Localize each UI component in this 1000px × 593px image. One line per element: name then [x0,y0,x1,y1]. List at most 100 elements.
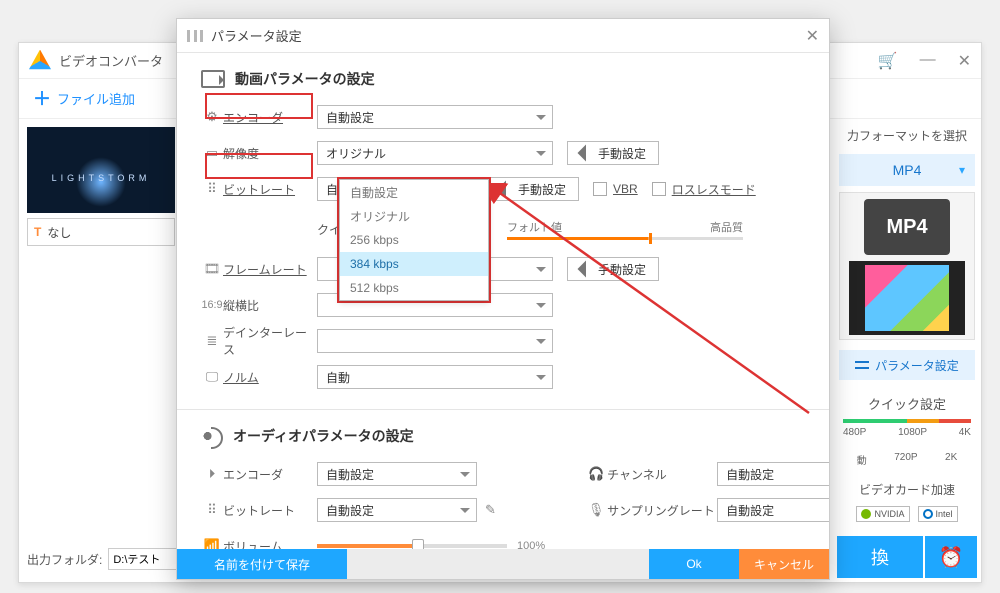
bitrate-option[interactable]: 自動設定 [340,180,488,204]
output-folder-input[interactable] [108,548,178,570]
plus-icon: ＋ [33,92,51,106]
cancel-button[interactable]: キャンセル [739,549,829,579]
video-icon [201,70,225,88]
volume-slider[interactable] [317,544,507,548]
row-deinterlace: ≣ デインターレース [201,325,805,357]
bitrate-option[interactable]: 256 kbps [340,228,488,252]
res-auto: 動 [857,452,867,467]
pencil-icon [578,145,595,162]
row-channel: 🎧 チャンネル 自動設定 [585,458,829,490]
bitrate-manual-button[interactable]: 手動設定 [487,177,579,201]
label-framerate[interactable]: フレームレート [223,261,317,278]
encoder-select[interactable]: 自動設定 [317,105,553,129]
resolution-manual-button[interactable]: 手動設定 [567,141,659,165]
a-bitrate-edit-icon[interactable]: ✎ [485,502,496,518]
video-thumbnail[interactable]: LIGHTSTORM [27,127,175,213]
norm-select[interactable]: 自動 [317,365,553,389]
bitrate-option[interactable]: 512 kbps [340,276,488,300]
intel-icon [923,509,933,519]
bitrate-option[interactable]: オリジナル [340,204,488,228]
channel-select[interactable]: 自動設定 [717,462,829,486]
volume-icon: 📶 [201,538,223,549]
deinterlace-select[interactable] [317,329,553,353]
vbr-label[interactable]: VBR [613,182,638,196]
resolution-select[interactable]: オリジナル [317,141,553,165]
choose-format-label: 力フォーマットを選択 [837,123,977,154]
bitrate-icon: ⠿ [201,502,223,518]
parameter-settings-label: パラメータ設定 [875,357,959,374]
pencil-icon [498,181,515,198]
minimize-button[interactable]: — [920,51,936,71]
row-framerate: 🎞 フレームレート 手動設定 [201,253,805,285]
aspect-icon: 16:9 [201,299,223,311]
label-bitrate[interactable]: ビットレート [223,181,317,198]
row-a-volume: 📶 ボリューム 100% [201,530,545,549]
channel-icon: 🎧 [585,466,607,482]
bitrate-dropdown: 自動設定 オリジナル 256 kbps 384 kbps 512 kbps [339,179,489,301]
label-sample: サンプリングレート [607,502,717,519]
row-encoder: ⚙ エンコーダ 自動設定 [201,101,805,133]
ok-button[interactable]: Ok [649,549,739,579]
row-bitrate: ⠿ ビットレート 自動設定 手動設定 VBR ロスレスモード [201,173,805,205]
label-channel: チャンネル [607,466,717,483]
format-preview-card: MP4 [839,192,975,340]
a-encoder-select[interactable]: 自動設定 [317,462,477,486]
schedule-button[interactable]: ⏰ [925,536,977,578]
lossless-checkbox[interactable] [652,182,666,196]
intel-badge[interactable]: Intel [918,506,958,522]
subtitle-track-select[interactable]: T なし [27,218,175,246]
norm-icon: 🖵 [201,369,223,385]
vbr-checkbox[interactable] [593,182,607,196]
a-bitrate-select[interactable]: 自動設定 [317,498,477,522]
label-encoder[interactable]: エンコーダ [223,109,317,126]
cart-icon[interactable]: 🛒 [878,51,898,71]
convert-button[interactable]: 換 [837,536,923,578]
framerate-manual-button[interactable]: 手動設定 [567,257,659,281]
video-section-title: 動画パラメータの設定 [235,69,375,89]
label-norm[interactable]: ノルム [223,369,317,386]
label-deinterlace: デインターレース [223,324,317,358]
volume-value: 100% [517,540,545,549]
quick-settings-title: クイック設定 [837,394,977,413]
audio-section-title: オーディオパラメータの設定 [233,426,414,446]
output-folder-row: 出力フォルダ: [27,548,178,570]
nvidia-badge[interactable]: NVIDIA [856,506,909,522]
add-file-button[interactable]: ＋ ファイル追加 [33,89,135,108]
dialog-title: パラメータ設定 [211,26,302,45]
res-4k: 4K [959,427,971,438]
row-a-encoder: ⏵ エンコーダ 自動設定 [201,458,545,490]
video-section-header: 動画パラメータの設定 [201,69,805,89]
dialog-close-button[interactable]: ✕ [806,26,819,46]
mic-icon: 🎙 [585,502,607,518]
bitrate-icon: ⠿ [201,181,223,197]
res-480p: 480P [843,427,866,438]
framerate-icon: 🎞 [201,261,223,277]
bitrate-option-selected[interactable]: 384 kbps [340,252,488,276]
gear-icon: ⚙ [201,109,223,125]
subtitle-track-value: なし [47,224,71,241]
add-file-label: ファイル追加 [57,89,135,108]
chevron-down-icon: ▾ [959,163,965,177]
row-a-bitrate: ⠿ ビットレート 自動設定 ✎ [201,494,545,526]
sliders-icon [855,360,869,370]
sample-select[interactable]: 自動設定 [717,498,829,522]
play-icon: ⏵ [201,466,223,482]
deinterlace-icon: ≣ [201,333,223,349]
label-aspect: 縦横比 [223,297,317,314]
label-a-volume: ボリューム [223,538,317,550]
row-aspect: 16:9 縦横比 [201,289,805,321]
gpu-accel-title: ビデオカード加速 [837,481,977,498]
save-as-button[interactable]: 名前を付けて保存 [177,549,347,579]
resolution-quick-scale[interactable]: 480P 1080P 4K 動 720P 2K [843,419,971,467]
bitrate-quality-slider[interactable] [507,237,743,240]
mp4-badge: MP4 [864,199,950,255]
parameter-settings-button[interactable]: パラメータ設定 [839,350,975,380]
format-select[interactable]: MP4 ▾ [839,154,975,186]
parameter-dialog: パラメータ設定 ✕ 動画パラメータの設定 ⚙ エンコーダ 自動設定 ▭ 解像度 … [176,18,830,580]
dialog-body: 動画パラメータの設定 ⚙ エンコーダ 自動設定 ▭ 解像度 オリジナル 手動設定… [177,53,829,549]
high-quality-label: 高品質 [710,219,743,235]
close-button[interactable]: ✕ [958,51,971,71]
label-resolution: 解像度 [223,145,317,162]
right-panel: 力フォーマットを選択 MP4 ▾ MP4 パラメータ設定 クイック設定 480P… [837,123,977,578]
lossless-label[interactable]: ロスレスモード [672,181,756,198]
